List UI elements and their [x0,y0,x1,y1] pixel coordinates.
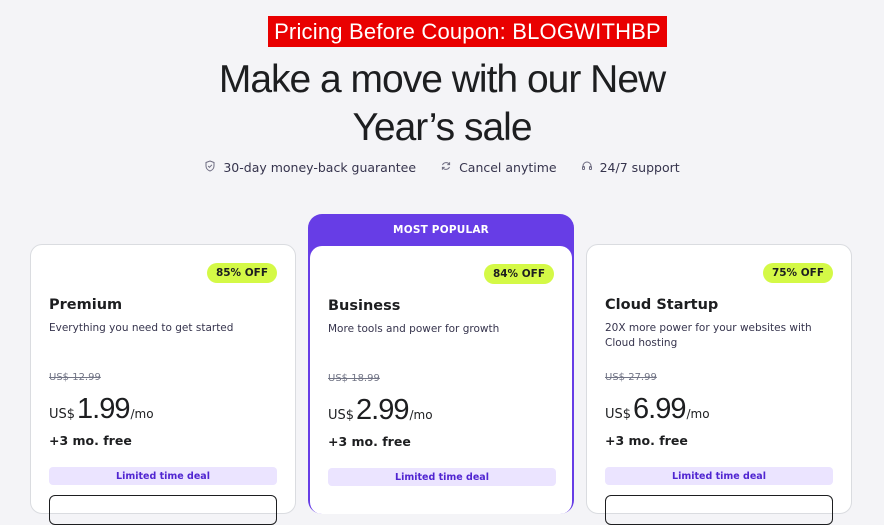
shield-check-icon [204,160,216,175]
feature-label: Cancel anytime [459,160,557,175]
original-price: US$ 18.99 [328,373,380,384]
price-currency: US$ [49,407,76,422]
plan-card-cloud-startup: 75% OFF Cloud Startup 20X more power for… [586,244,852,525]
plan-price: US$ 1.99 /mo [49,393,154,426]
most-popular-ribbon: MOST POPULAR [393,224,489,236]
original-price: US$ 27.99 [605,372,657,383]
price-amount: 1.99 [77,393,130,425]
price-currency: US$ [328,408,355,423]
plan-name: Cloud Startup [605,297,719,313]
plan-name: Business [328,298,401,314]
feature-cancel: Cancel anytime [440,160,557,175]
plan-card-business-highlight: MOST POPULAR 84% OFF Business More tools… [308,214,574,514]
original-price: US$ 12.99 [49,372,101,383]
choose-plan-button[interactable] [49,495,277,525]
feature-list: 30-day money-back guarantee Cancel anyti… [0,160,884,175]
price-amount: 6.99 [633,393,686,425]
limited-deal-tag: Limited time deal [328,468,556,486]
discount-badge: 75% OFF [762,263,833,283]
feature-support: 24/7 support [581,160,680,175]
limited-deal-tag: Limited time deal [49,467,277,485]
refresh-icon [440,160,452,175]
coupon-banner: Pricing Before Coupon: BLOGWITHBP [268,16,667,47]
price-amount: 2.99 [356,394,409,426]
free-months: +3 mo. free [328,434,411,449]
free-months: +3 mo. free [605,433,688,448]
plan-price: US$ 6.99 /mo [605,393,710,426]
page-title-line-1: Make a move with our New [218,58,666,101]
feature-money-back: 30-day money-back guarantee [204,160,416,175]
page-title-line-2: Year’s sale [352,106,532,149]
feature-label: 24/7 support [599,160,680,175]
limited-deal-tag: Limited time deal [605,467,833,485]
discount-badge: 84% OFF [483,264,554,284]
plan-description: More tools and power for growth [328,323,500,335]
plan-description: Everything you need to get started [49,322,234,334]
price-period: /mo [409,408,433,422]
choose-plan-button[interactable] [605,495,833,525]
feature-label: 30-day money-back guarantee [223,160,417,175]
free-months: +3 mo. free [49,433,132,448]
price-currency: US$ [605,407,632,422]
discount-badge: 85% OFF [206,263,277,283]
price-period: /mo [130,407,154,421]
plan-card-premium: 85% OFF Premium Everything you need to g… [30,244,296,525]
plan-card-business: 84% OFF Business More tools and power fo… [310,246,572,514]
plan-description: 20X more power for your websites with Cl… [605,322,812,349]
plan-name: Premium [49,297,123,313]
price-period: /mo [686,407,710,421]
plan-price: US$ 2.99 /mo [328,394,433,427]
headset-icon [581,160,593,175]
page-title: Make a move with our New Year’s sale [0,56,884,152]
